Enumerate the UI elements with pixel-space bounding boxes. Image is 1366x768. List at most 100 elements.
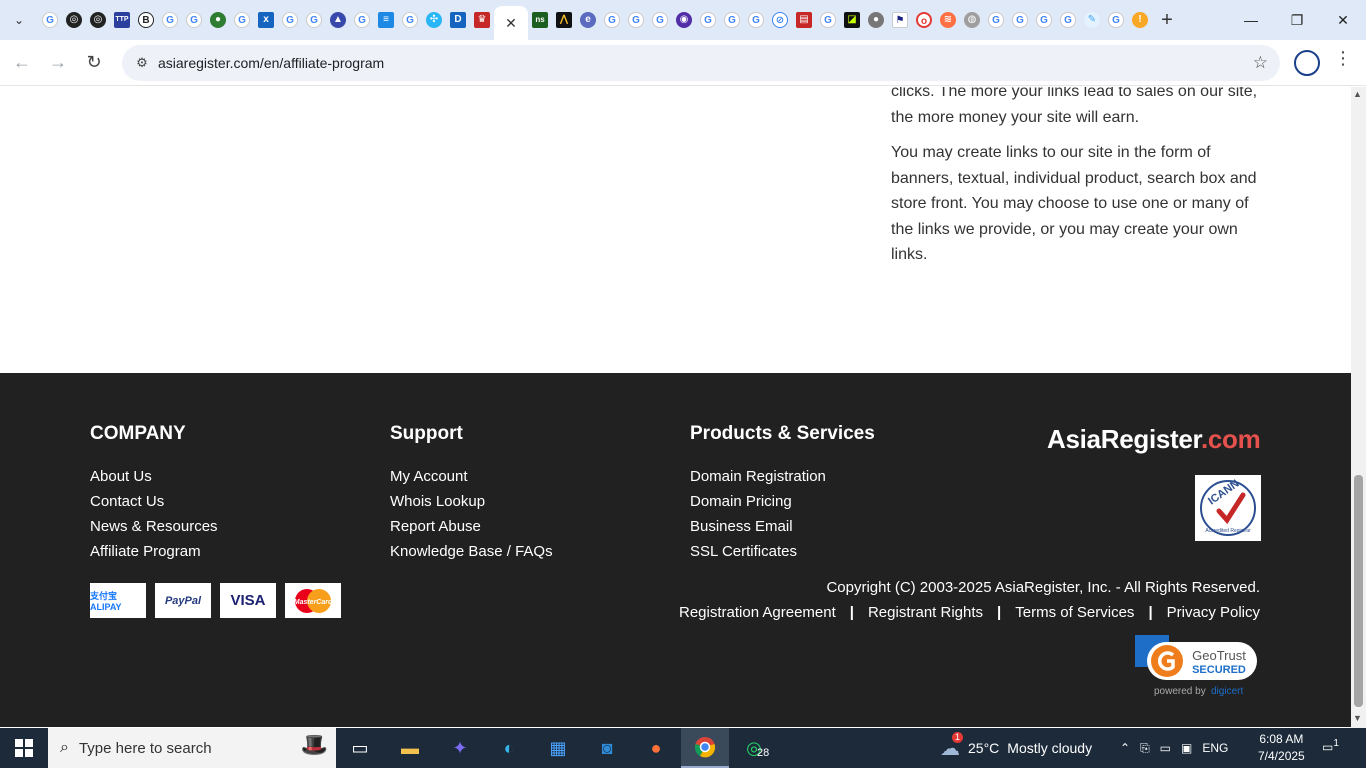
tab-favicon[interactable]: ≡ [374, 0, 398, 40]
taskbar-clock[interactable]: 6:08 AM 7/4/2025 [1258, 731, 1305, 765]
tab-favicon[interactable]: ◍ [960, 0, 984, 40]
scroll-thumb[interactable] [1354, 475, 1363, 707]
tab-favicon[interactable]: e [576, 0, 600, 40]
tab-favicon[interactable]: ◪ [840, 0, 864, 40]
active-tab-close-button[interactable]: ✕ [494, 6, 528, 40]
tab-favicon[interactable]: ♛ [470, 0, 494, 40]
whatsapp-icon[interactable]: ◎ 28 [730, 728, 778, 768]
tab-favicon[interactable]: D [446, 0, 470, 40]
edge-icon[interactable]: ◐ [485, 728, 533, 768]
tab-favicon[interactable]: G [744, 0, 768, 40]
tab-favicon[interactable]: ⚑ [888, 0, 912, 40]
battery-icon[interactable]: ▭ [1160, 741, 1171, 755]
registrant-rights-link[interactable]: Registrant Rights [868, 604, 983, 621]
notification-center-icon[interactable]: ▭1 [1322, 738, 1339, 754]
tab-favicon[interactable]: G [1008, 0, 1032, 40]
footer-link-ssl[interactable]: SSL Certificates [690, 539, 875, 564]
tab-favicon[interactable]: G [278, 0, 302, 40]
bookmark-star-icon[interactable]: ☆ [1253, 53, 1268, 73]
footer-link-about-us[interactable]: About Us [90, 464, 218, 489]
minimize-button[interactable]: — [1228, 0, 1274, 40]
tab-favicon[interactable]: G [720, 0, 744, 40]
tab-favicon[interactable]: TTP [110, 0, 134, 40]
tab-favicon[interactable]: ⋀ [552, 0, 576, 40]
terms-of-services-link[interactable]: Terms of Services [1015, 604, 1134, 621]
close-window-button[interactable]: ✕ [1320, 0, 1366, 40]
tab-search-chevron-icon[interactable]: ⌄ [0, 0, 38, 40]
footer-link-my-account[interactable]: My Account [390, 464, 553, 489]
weather-widget[interactable]: ☁ 1 25°C Mostly cloudy [940, 728, 1092, 768]
scroll-up-arrow-icon[interactable]: ▲ [1353, 89, 1362, 99]
footer-link-whois[interactable]: Whois Lookup [390, 489, 553, 514]
new-tab-button[interactable]: + [1152, 0, 1182, 40]
chrome-icon[interactable] [681, 728, 729, 768]
more-menu-icon[interactable]: ⋮ [1334, 48, 1352, 69]
address-url[interactable]: asiaregister.com/en/affiliate-program [158, 55, 384, 71]
registration-agreement-link[interactable]: Registration Agreement [679, 604, 836, 621]
address-bar[interactable]: ⚙ asiaregister.com/en/affiliate-program … [122, 45, 1280, 81]
site-info-icon[interactable]: ⚙ [128, 55, 156, 71]
footer-link-domain-registration[interactable]: Domain Registration [690, 464, 875, 489]
back-button[interactable]: ← [4, 45, 40, 81]
forward-button[interactable]: → [40, 45, 76, 81]
network-icon[interactable]: ▣ [1181, 741, 1192, 755]
tab-favicon[interactable]: ◎ [62, 0, 86, 40]
footer-brand-logo[interactable]: AsiaRegister.com [1047, 424, 1261, 455]
tab-favicon[interactable]: ⊘ [768, 0, 792, 40]
tab-favicon[interactable]: G [816, 0, 840, 40]
tab-favicon[interactable]: G [1032, 0, 1056, 40]
footer-link-contact-us[interactable]: Contact Us [90, 489, 218, 514]
tab-favicon[interactable]: ! [1128, 0, 1152, 40]
file-explorer-icon[interactable]: ▬ [386, 728, 434, 768]
tab-favicon[interactable]: G [350, 0, 374, 40]
taskbar-search-box[interactable]: ⌕ Type here to search 🎩 [48, 728, 336, 768]
footer-link-news[interactable]: News & Resources [90, 514, 218, 539]
show-hidden-icons-chevron-icon[interactable]: ⌃ [1120, 741, 1130, 755]
tab-favicon[interactable]: G [38, 0, 62, 40]
footer-link-business-email[interactable]: Business Email [690, 514, 875, 539]
tab-favicon[interactable]: G [302, 0, 326, 40]
tab-favicon[interactable]: ◎ [86, 0, 110, 40]
tab-favicon[interactable]: G [624, 0, 648, 40]
footer-link-domain-pricing[interactable]: Domain Pricing [690, 489, 875, 514]
tab-favicon[interactable]: ≋ [936, 0, 960, 40]
microsoft-store-icon[interactable]: ▦ [534, 728, 582, 768]
tab-favicon[interactable]: G [182, 0, 206, 40]
outlook-icon[interactable]: ◙ [583, 728, 631, 768]
taskbar-search-placeholder[interactable]: Type here to search [79, 740, 212, 757]
footer-link-report-abuse[interactable]: Report Abuse [390, 514, 553, 539]
tab-favicon[interactable]: G [1056, 0, 1080, 40]
scroll-down-arrow-icon[interactable]: ▼ [1353, 713, 1362, 723]
tab-favicon[interactable]: G [230, 0, 254, 40]
tab-favicon[interactable]: ns [528, 0, 552, 40]
tab-favicon[interactable]: G [696, 0, 720, 40]
footer-link-affiliate[interactable]: Affiliate Program [90, 539, 218, 564]
geotrust-secured-seal[interactable]: GeoTrust SECURED powered by digicert [1135, 635, 1259, 697]
privacy-policy-link[interactable]: Privacy Policy [1167, 604, 1260, 621]
tab-favicon[interactable]: B [134, 0, 158, 40]
tab-favicon[interactable]: ● [206, 0, 230, 40]
icann-accredited-badge[interactable]: ICANN Accredited Registrar [1195, 475, 1261, 541]
language-indicator[interactable]: ENG [1202, 741, 1228, 755]
tab-favicon[interactable]: ✎ [1080, 0, 1104, 40]
tab-favicon[interactable]: x [254, 0, 278, 40]
tab-favicon[interactable]: ▤ [792, 0, 816, 40]
tab-favicon[interactable]: o [912, 0, 936, 40]
tab-favicon[interactable]: G [600, 0, 624, 40]
copilot-icon[interactable]: ✦ [436, 728, 484, 768]
tab-favicon[interactable]: G [1104, 0, 1128, 40]
profile-avatar-icon[interactable] [1294, 50, 1320, 76]
restore-button[interactable]: ❐ [1274, 0, 1320, 40]
tab-favicon[interactable]: ● [864, 0, 888, 40]
start-button[interactable] [0, 728, 48, 768]
reload-button[interactable]: ↻ [76, 45, 112, 81]
tab-favicon[interactable]: ◉ [672, 0, 696, 40]
tab-favicon[interactable]: ✣ [422, 0, 446, 40]
tab-favicon[interactable]: G [648, 0, 672, 40]
tab-favicon[interactable]: G [984, 0, 1008, 40]
firefox-icon[interactable]: ● [632, 728, 680, 768]
tab-favicon[interactable]: G [158, 0, 182, 40]
tab-favicon[interactable]: ▲ [326, 0, 350, 40]
page-scrollbar[interactable]: ▲ ▼ [1351, 87, 1366, 728]
footer-link-knowledge-base[interactable]: Knowledge Base / FAQs [390, 539, 553, 564]
